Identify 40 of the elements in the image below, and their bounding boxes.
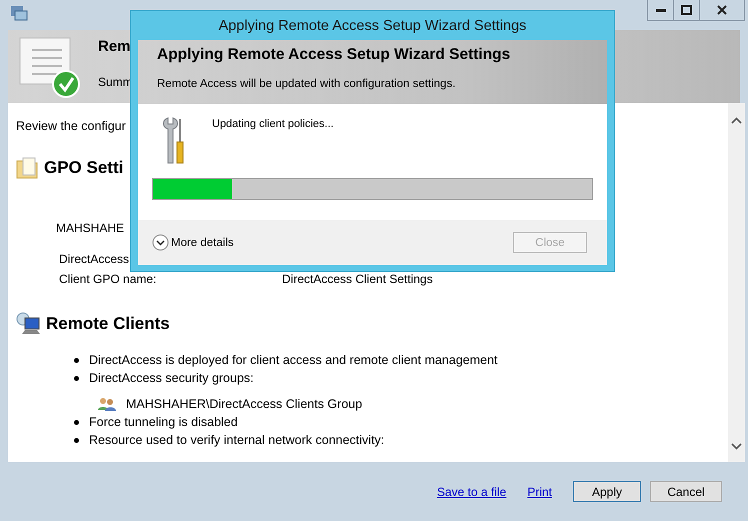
app-icon: [10, 4, 28, 22]
dialog-heading: Applying Remote Access Setup Wizard Settings: [157, 46, 512, 64]
scrollbar[interactable]: [728, 103, 745, 462]
computer-icon: [16, 312, 42, 336]
chevron-icon: [152, 234, 169, 251]
list-item: Resource used to verify internal network connectivity:: [89, 433, 384, 447]
setting-value: DirectAccess Client Settings: [282, 272, 433, 286]
close-icon: [717, 5, 727, 15]
bullet-icon: [74, 358, 79, 362]
users-icon: [98, 397, 116, 411]
apply-button[interactable]: Apply: [573, 481, 641, 502]
cancel-button[interactable]: Cancel: [650, 481, 722, 502]
footer-link[interactable]: Save to a file: [436, 484, 506, 498]
section-heading: Remote Clients: [46, 314, 170, 334]
bullet-icon: [74, 420, 79, 424]
status-text: Updating client policies...: [212, 118, 334, 132]
bullet-icon: [74, 376, 79, 380]
more-details-toggle[interactable]: More details: [152, 234, 234, 251]
group-name: MAHSHAHER\DirectAccess Clients Group: [126, 397, 362, 411]
list-item: DirectAccess security groups:: [89, 371, 254, 385]
scroll-down-icon[interactable]: [731, 443, 742, 450]
setting-label: DirectAccess: [59, 252, 130, 266]
close-button[interactable]: [699, 0, 745, 21]
maximize-icon: [681, 5, 692, 15]
footer-link[interactable]: Print: [527, 484, 552, 498]
bullet-icon: [74, 438, 79, 442]
folder-icon: [16, 157, 40, 179]
scroll-up-icon[interactable]: [731, 117, 742, 124]
server-name: MAHSHAHE: [56, 221, 124, 235]
minimize-button[interactable]: [647, 0, 674, 21]
page-title: Rem: [98, 38, 132, 55]
setting-label: Client GPO name:: [59, 272, 156, 286]
intro-text: Review the configur: [16, 119, 126, 133]
list-item: DirectAccess is deployed for client access and remote client management: [89, 353, 498, 367]
minimize-icon: [656, 8, 666, 12]
dialog-subtitle: Remote Access will be updated with configuration settings.: [157, 78, 457, 90]
dialog-title: Applying Remote Access Setup Wizard Settings: [218, 16, 528, 36]
checklist-icon: [18, 36, 80, 98]
section-heading: GPO Setti: [44, 158, 124, 178]
list-item: Force tunneling is disabled: [89, 415, 238, 429]
